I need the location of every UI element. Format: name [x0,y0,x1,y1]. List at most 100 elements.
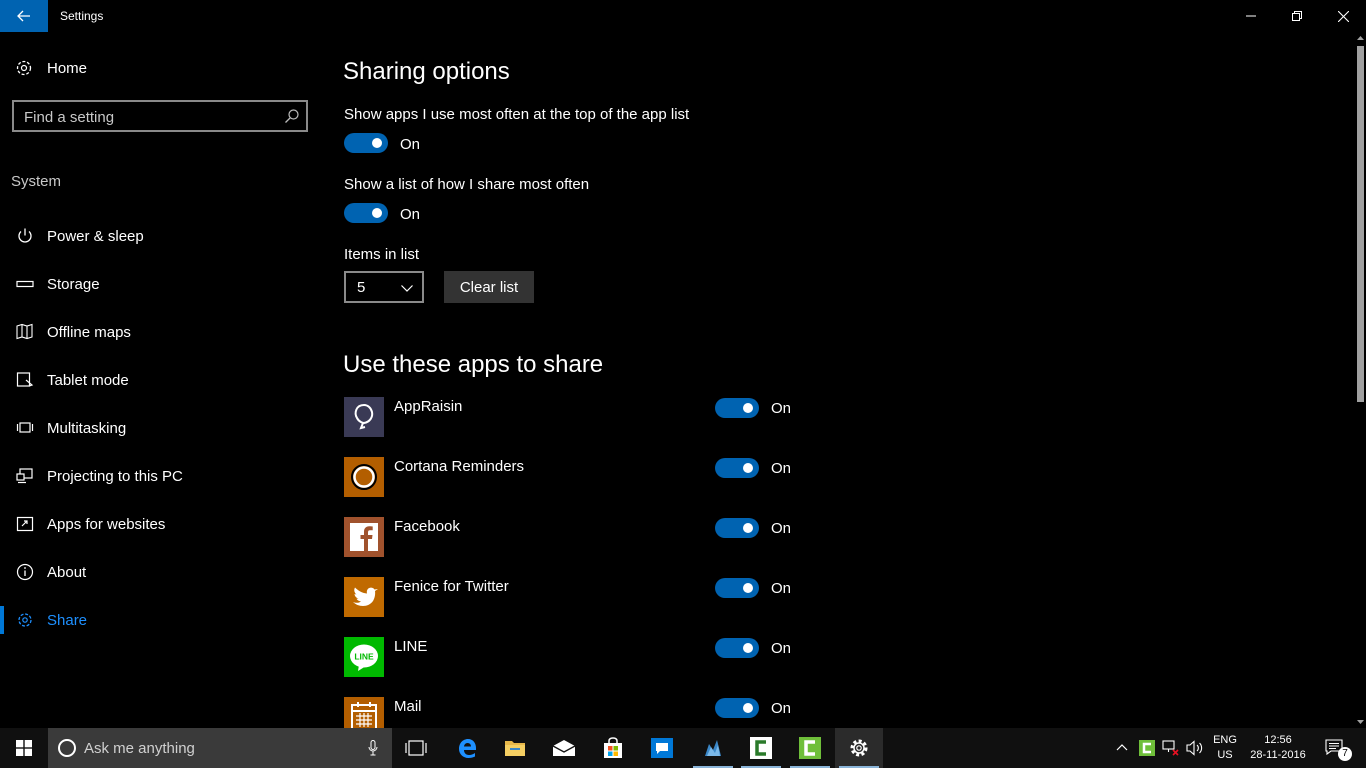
vertical-scrollbar[interactable] [1355,32,1366,728]
network-disconnected-icon[interactable] [1162,740,1180,756]
line-share-toggle[interactable] [715,638,759,658]
microphone-icon[interactable] [368,740,378,756]
sharing-options-heading: Sharing options [343,58,510,85]
facebook-share-toggle[interactable] [715,518,759,538]
items-in-list-value: 5 [357,279,366,296]
sidebar: Home System Power & sleep Storage Offlin… [0,32,320,728]
toggle-knob [743,703,753,713]
edge-taskbar-button[interactable] [443,728,491,768]
sidebar-item-tablet-mode[interactable]: Tablet mode [0,360,320,400]
mail-taskbar-button[interactable] [540,728,588,768]
appraisin-share-toggle[interactable] [715,398,759,418]
input-language-indicator[interactable]: ENG US [1208,733,1242,763]
sidebar-item-offline-maps[interactable]: Offline maps [0,312,320,352]
camtasia-recorder-taskbar-button[interactable] [786,728,834,768]
app-name: Mail [394,698,422,715]
scroll-up-arrow-icon[interactable] [1357,34,1364,42]
start-button[interactable] [0,728,48,768]
sidebar-item-projecting[interactable]: Projecting to this PC [0,456,320,496]
svg-text:LINE: LINE [354,652,374,662]
projecting-icon [16,468,33,484]
cortana-icon [58,739,76,757]
sidebar-item-label: Tablet mode [47,372,129,389]
scroll-down-arrow-icon[interactable] [1357,718,1364,726]
clear-list-button[interactable]: Clear list [444,271,534,303]
sidebar-item-power-sleep[interactable]: Power & sleep [0,216,320,256]
info-icon [16,563,34,581]
toggle-knob [743,463,753,473]
task-view-icon [405,740,427,756]
sidebar-item-about[interactable]: About [0,552,320,592]
windows-logo-icon [16,740,32,756]
multitasking-icon [16,422,34,433]
volume-icon[interactable] [1186,740,1204,756]
find-setting-input[interactable] [24,107,274,127]
camtasia-taskbar-button[interactable] [737,728,785,768]
file-explorer-taskbar-button[interactable] [491,728,539,768]
app-name: Facebook [394,518,460,535]
share-app-row-facebook: Facebook On [344,517,804,557]
fenice-twitter-share-toggle[interactable] [715,578,759,598]
scroll-thumb[interactable] [1357,46,1364,402]
gear-icon [850,739,868,757]
app-toggle-state: On [771,700,792,717]
action-center-button[interactable]: 7 [1316,728,1366,768]
tablet-icon [16,372,34,387]
mail-share-toggle[interactable] [715,698,759,718]
sidebar-item-label: Power & sleep [47,228,144,245]
sidebar-item-label: Offline maps [47,324,131,341]
minimize-icon [1246,15,1256,17]
cortana-search-box[interactable] [48,728,392,768]
minimize-button[interactable] [1228,0,1274,32]
clock-date: 28-11-2016 [1250,749,1306,761]
home-nav-item[interactable]: Home [0,52,320,84]
apps-websites-icon [16,516,34,532]
show-share-list-toggle[interactable] [344,203,388,223]
task-view-button[interactable] [392,728,440,768]
back-button[interactable] [0,0,48,32]
home-label: Home [47,60,88,77]
restore-button[interactable] [1274,0,1320,32]
sidebar-item-multitasking[interactable]: Multitasking [0,408,320,448]
items-in-list-label: Items in list [344,246,420,263]
store-icon [604,737,622,758]
snipping-taskbar-button[interactable] [689,728,737,768]
clock[interactable]: 12:56 28-11-2016 [1244,733,1312,763]
show-top-apps-toggle[interactable] [344,133,388,153]
show-share-list-label: Show a list of how I share most often [344,176,590,193]
facebook-app-icon [344,517,384,557]
sidebar-item-share[interactable]: Share [0,600,320,640]
share-app-row-line: LINE LINE On [344,637,804,677]
appraisin-app-icon [344,397,384,437]
camtasia-tray-icon[interactable] [1139,740,1155,756]
show-hidden-icons-chevron-icon[interactable] [1116,743,1128,753]
items-in-list-select[interactable]: 5 [344,271,424,303]
folder-icon [505,741,525,756]
sidebar-item-label: Projecting to this PC [47,468,183,485]
cortana-reminders-share-toggle[interactable] [715,458,759,478]
share-app-row-cortana-reminders: Cortana Reminders On [344,457,804,497]
share-app-row-fenice-twitter: Fenice for Twitter On [344,577,804,617]
cortana-search-input[interactable] [84,738,344,758]
sidebar-item-apps-websites[interactable]: Apps for websites [0,504,320,544]
close-button[interactable] [1320,0,1366,32]
find-setting-search[interactable] [12,100,308,132]
app-name: AppRaisin [394,398,463,415]
close-icon [1337,10,1349,22]
line-app-icon: LINE [344,637,384,677]
app-name: Fenice for Twitter [394,578,509,595]
app-toggle-state: On [771,580,792,597]
messaging-taskbar-button[interactable] [638,728,686,768]
app-tiles-icon [705,740,721,756]
app-name: LINE [394,638,428,655]
share-icon [18,613,32,627]
store-taskbar-button[interactable] [589,728,637,768]
back-arrow-icon [17,10,30,22]
settings-taskbar-button[interactable] [835,728,883,768]
chevron-down-icon [401,285,413,292]
sidebar-item-storage[interactable]: Storage [0,264,320,304]
app-toggle-state: On [771,520,792,537]
storage-icon [16,280,34,288]
search-icon [285,109,299,123]
app-name: Cortana Reminders [394,458,525,475]
